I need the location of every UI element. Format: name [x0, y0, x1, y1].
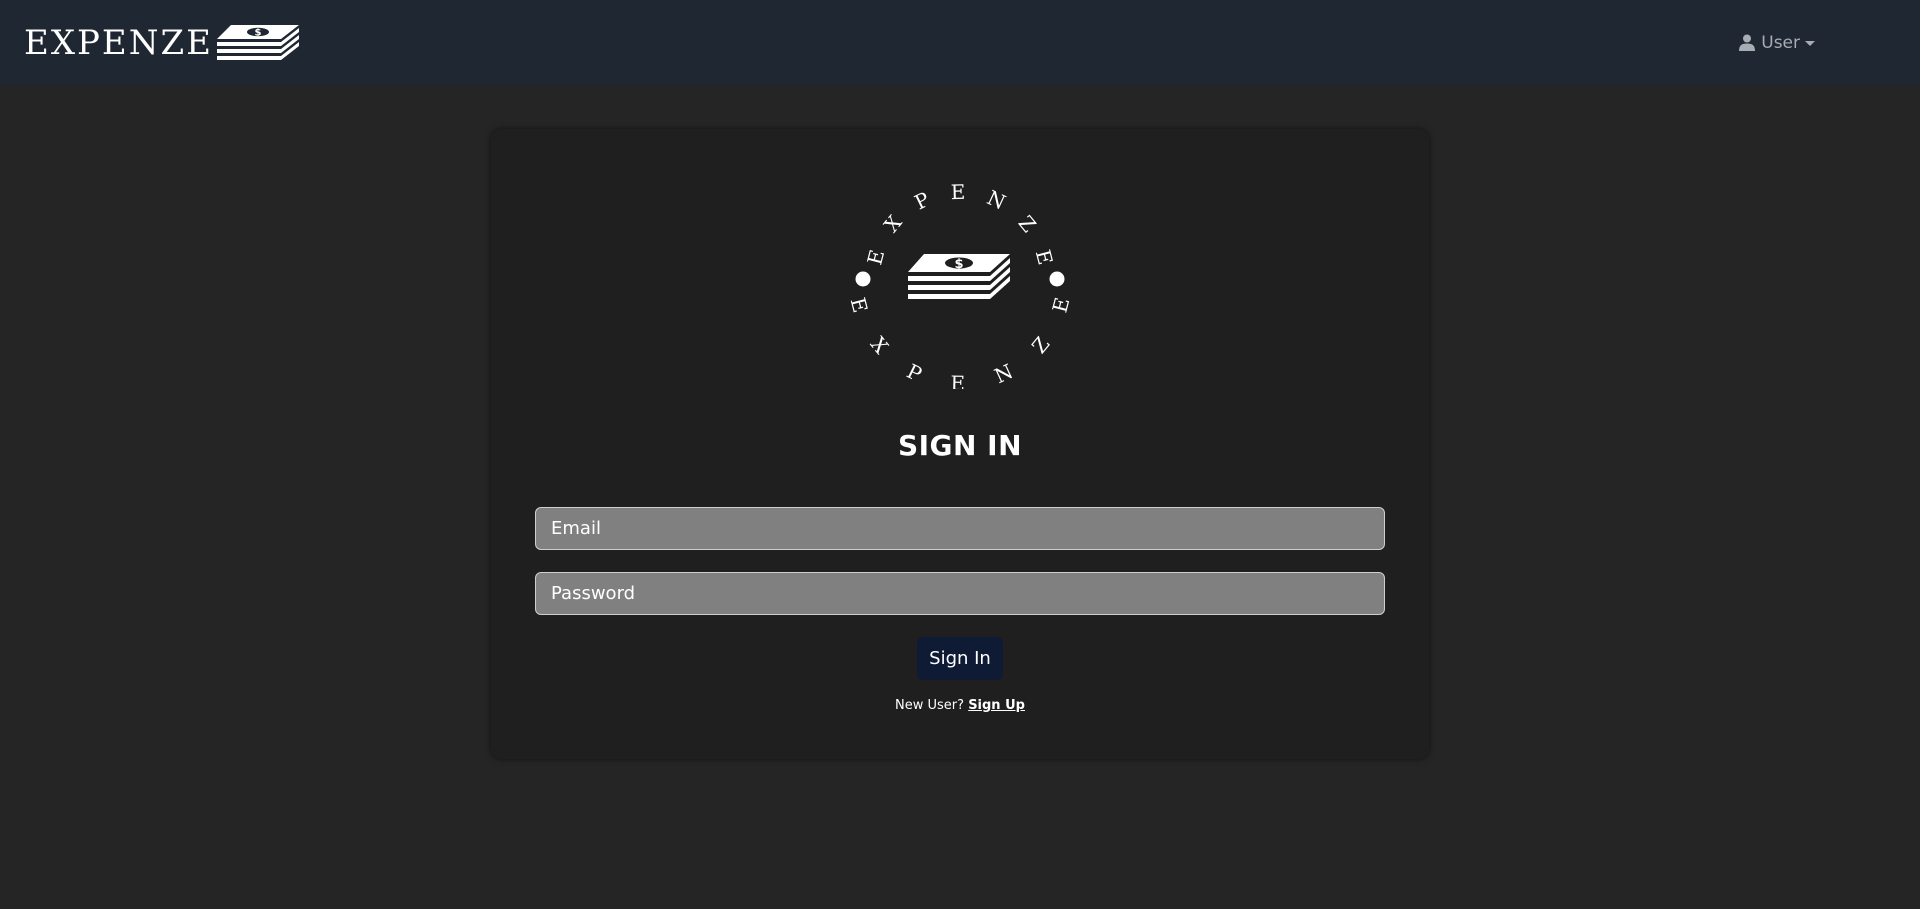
- svg-text:$: $: [954, 257, 963, 272]
- signin-card: EXPENZE EXPENZE $ SIGN IN Sign In New Us…: [491, 129, 1429, 759]
- sign-up-link[interactable]: Sign Up: [968, 698, 1025, 713]
- email-input[interactable]: [535, 507, 1385, 550]
- logo-dot-left: [855, 271, 871, 287]
- user-label: User: [1761, 32, 1800, 53]
- brand-text: EXPENZE: [24, 22, 213, 63]
- expenze-logo: EXPENZE EXPENZE $: [850, 180, 1070, 389]
- brand-link[interactable]: EXPENZE $: [24, 0, 299, 85]
- svg-text:$: $: [254, 27, 261, 38]
- signup-prompt: New User? Sign Up: [491, 698, 1429, 713]
- password-input[interactable]: [535, 572, 1385, 615]
- user-dropdown-toggle[interactable]: User: [1739, 33, 1815, 53]
- logo-dot-right: [1049, 271, 1065, 287]
- top-navbar: EXPENZE $ User: [0, 0, 1920, 85]
- money-stack-icon: $: [216, 24, 299, 60]
- logo-ring-text-bottom: EXPENZE: [850, 295, 1070, 389]
- caret-down-icon: [1805, 41, 1815, 46]
- sign-in-button[interactable]: Sign In: [917, 637, 1003, 680]
- new-user-text: New User?: [895, 698, 965, 713]
- svg-text:EXPENZE: EXPENZE: [850, 295, 1070, 389]
- user-icon: [1739, 34, 1756, 51]
- money-stack-icon: $: [908, 254, 1010, 299]
- page-title: SIGN IN: [897, 429, 1023, 462]
